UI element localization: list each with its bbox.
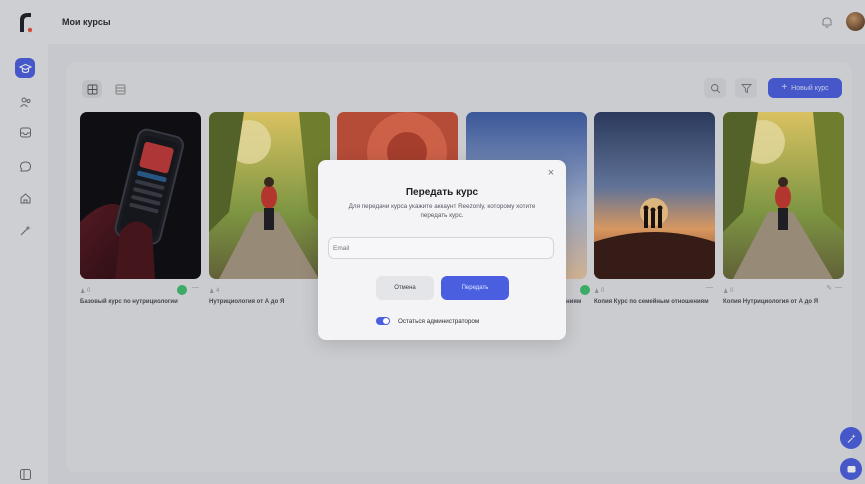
- stay-admin-row: Остаться администратором: [376, 315, 479, 327]
- transfer-button[interactable]: Передать: [441, 276, 509, 300]
- email-field[interactable]: [328, 237, 554, 259]
- transfer-course-dialog: × Передать курс Для передачи курса укажи…: [318, 160, 566, 340]
- stay-admin-label: Остаться администратором: [398, 317, 480, 325]
- dialog-title: Передать курс: [405, 187, 479, 198]
- stay-admin-toggle[interactable]: [376, 317, 390, 325]
- cancel-button[interactable]: Отмена: [376, 276, 434, 300]
- dialog-description: Для передачи курса укажите аккаунт Reezo…: [348, 203, 536, 219]
- close-icon[interactable]: ×: [546, 168, 556, 179]
